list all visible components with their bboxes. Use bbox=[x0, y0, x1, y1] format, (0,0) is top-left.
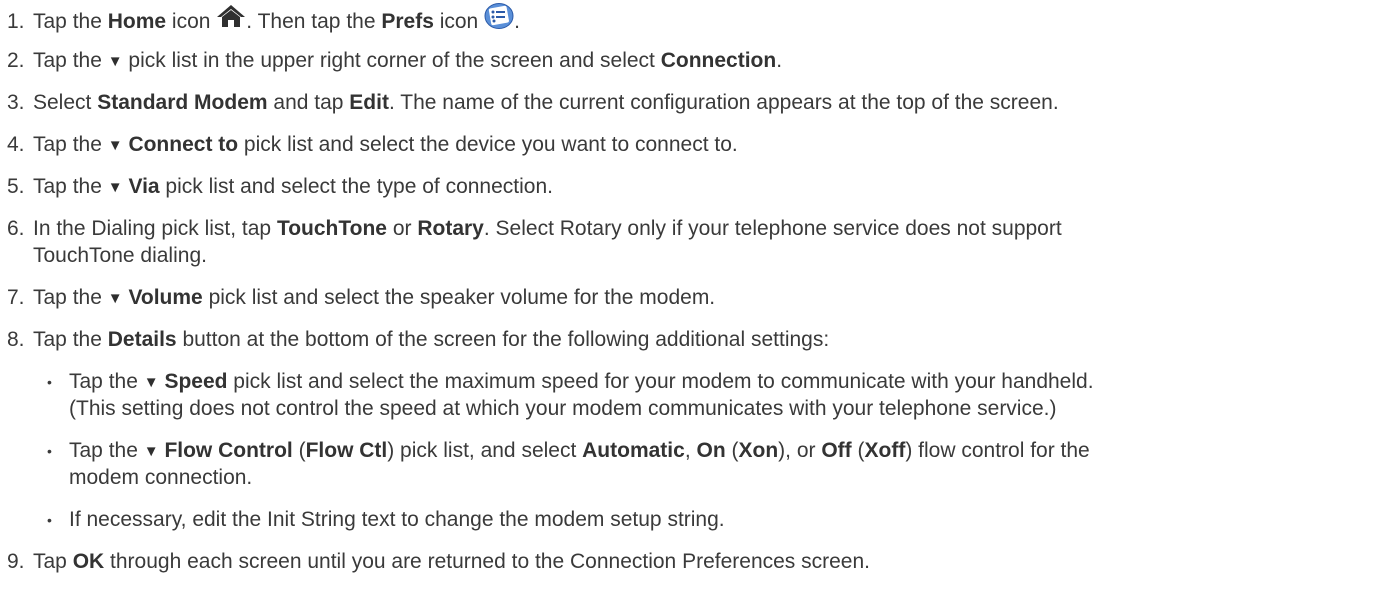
bullet-item-flow-control-continuation: modem connection. bbox=[69, 466, 253, 489]
triangle-down-icon: ▼ bbox=[107, 137, 123, 154]
step-number: 9. bbox=[7, 550, 25, 573]
step-7: 7. Tap the ▼ Volume pick list and select … bbox=[7, 283, 715, 313]
triangle-down-icon: ▼ bbox=[107, 53, 123, 70]
step-5: 5. Tap the ▼ Via pick list and select the… bbox=[7, 172, 553, 202]
step-number: 7. bbox=[7, 286, 25, 309]
home-label: Home bbox=[107, 10, 167, 34]
step-2: 2. Tap the ▼ pick list in the upper right… bbox=[7, 46, 782, 76]
step-8: 8. Tap the Details button at the bottom o… bbox=[7, 325, 829, 355]
step-number: 6. bbox=[7, 217, 25, 240]
step-3: 3. Select Standard Modem and tap Edit. Th… bbox=[7, 88, 1059, 118]
triangle-down-icon: ▼ bbox=[107, 290, 123, 307]
step-number: 5. bbox=[7, 175, 25, 198]
triangle-down-icon: ▼ bbox=[107, 179, 123, 196]
step-number: 2. bbox=[7, 49, 25, 72]
step-1: 1. Tap the Home icon . Then tap the Prefs… bbox=[7, 3, 520, 37]
step-number: 1. bbox=[7, 10, 25, 34]
bullet-item-speed: • Tap the ▼ Speed pick list and select th… bbox=[7, 367, 1094, 397]
step-6: 6. In the Dialing pick list, tap TouchTon… bbox=[7, 214, 1062, 244]
prefs-label: Prefs bbox=[381, 10, 434, 34]
bullet-item-speed-continuation: (This setting does not control the speed… bbox=[69, 397, 1057, 420]
bullet-icon: • bbox=[47, 512, 52, 528]
bullet-icon: • bbox=[47, 443, 52, 459]
home-icon bbox=[216, 4, 246, 37]
step-6-continuation: TouchTone dialing. bbox=[33, 244, 207, 267]
bullet-icon: • bbox=[47, 374, 52, 390]
step-9: 9. Tap OK through each screen until you a… bbox=[7, 547, 870, 577]
step-number: 3. bbox=[7, 91, 25, 114]
bullet-item-init-string: • If necessary, edit the Init String text… bbox=[7, 505, 725, 535]
prefs-icon bbox=[484, 2, 514, 39]
step-4: 4. Tap the ▼ Connect to pick list and sel… bbox=[7, 130, 738, 160]
step-number: 4. bbox=[7, 133, 25, 156]
bullet-item-flow-control: • Tap the ▼ Flow Control (Flow Ctl) pick … bbox=[7, 436, 1090, 466]
step-number: 8. bbox=[7, 328, 25, 351]
